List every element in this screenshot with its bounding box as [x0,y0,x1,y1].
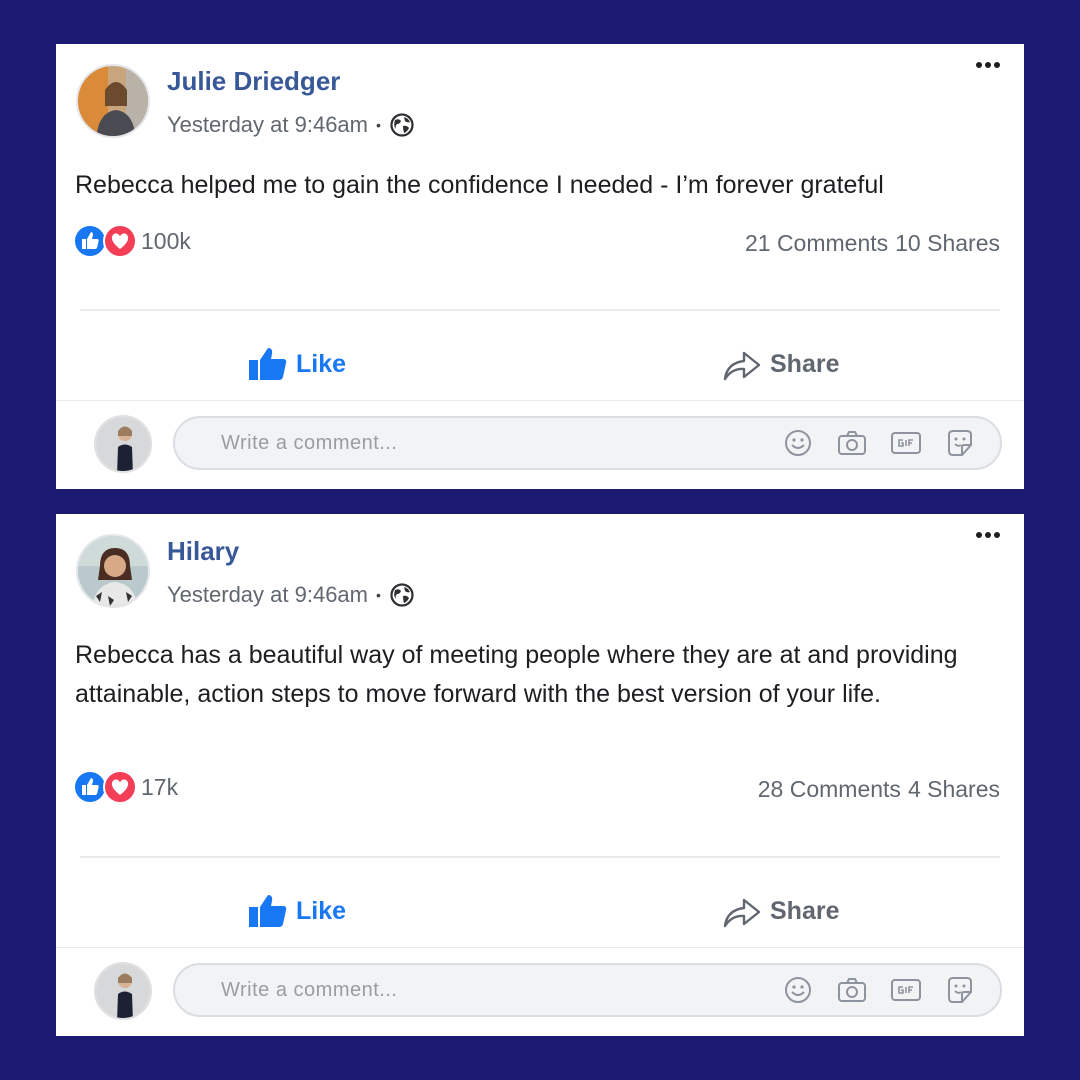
comment-box [173,963,1002,1017]
current-user-avatar[interactable] [94,415,152,473]
reaction-count: 100k [141,227,191,254]
sticker-icon[interactable] [944,427,976,459]
share-label: Share [770,896,840,925]
post-actions: Like Share [56,876,1024,946]
post-stats: 17k 28 Comments 4 Shares [73,770,1000,810]
share-button[interactable]: Share [722,329,839,399]
author-name[interactable]: Julie Driedger [167,66,340,97]
like-button[interactable]: Like [248,329,346,399]
like-label: Like [296,349,347,378]
thumbs-up-icon [249,348,287,380]
post-meta: Yesterday at 9:46am • [167,112,415,138]
thumbs-up-icon [249,895,287,927]
comment-composer [56,400,1024,489]
sticker-icon[interactable] [944,974,976,1006]
post-meta: Yesterday at 9:46am • [167,582,415,608]
share-button[interactable]: Share [722,876,839,946]
emoji-icon[interactable] [782,974,814,1006]
post-card: Hilary Yesterday at 9:46am • Rebecca has… [56,514,1024,1036]
current-user-avatar[interactable] [94,962,152,1020]
love-reaction-icon [103,770,137,804]
reactions-summary[interactable]: 100k [73,224,191,258]
more-options-icon[interactable] [972,58,1004,72]
camera-icon[interactable] [836,427,868,459]
divider [80,856,1000,858]
comment-tools [782,974,1000,1006]
reactions-summary[interactable]: 17k [73,770,178,804]
author-avatar[interactable] [76,534,150,608]
like-reaction-icon [73,224,107,258]
shares-count[interactable]: 10 Shares [895,230,1000,257]
post-text: Rebecca helped me to gain the confidence… [75,171,884,199]
divider [80,309,1000,311]
reaction-count: 17k [141,773,179,800]
comment-input[interactable] [175,430,782,456]
post-stats: 100k 21 Comments 10 Shares [73,224,1000,264]
comment-box [173,416,1002,470]
like-button[interactable]: Like [248,876,346,946]
globe-icon[interactable] [389,582,415,608]
gif-icon[interactable] [890,974,922,1006]
meta-separator: • [376,587,381,603]
post-text: Rebecca has a beautiful way of meeting p… [75,641,958,708]
author-name[interactable]: Hilary [167,536,239,567]
more-options-icon[interactable] [972,528,1004,542]
comment-tools [782,427,1000,459]
engagement-counts: 28 Comments 4 Shares [758,776,1000,803]
post-timestamp[interactable]: Yesterday at 9:46am [167,112,368,138]
comment-composer [56,947,1024,1036]
shares-count[interactable]: 4 Shares [908,776,1000,803]
post-actions: Like Share [56,329,1024,399]
comment-input[interactable] [175,977,782,1003]
like-label: Like [296,896,347,925]
comments-count[interactable]: 21 Comments [745,230,888,257]
emoji-icon[interactable] [782,427,814,459]
meta-separator: • [376,117,381,133]
globe-icon[interactable] [389,112,415,138]
engagement-counts: 21 Comments 10 Shares [745,230,1000,257]
comments-count[interactable]: 28 Comments [758,776,901,803]
author-avatar[interactable] [76,64,150,138]
post-card: Julie Driedger Yesterday at 9:46am • Reb… [56,44,1024,489]
share-arrow-icon [723,898,761,928]
share-arrow-icon [723,351,761,381]
gif-icon[interactable] [890,427,922,459]
like-reaction-icon [73,770,107,804]
post-timestamp[interactable]: Yesterday at 9:46am [167,582,368,608]
love-reaction-icon [103,224,137,258]
camera-icon[interactable] [836,974,868,1006]
share-label: Share [770,349,840,378]
